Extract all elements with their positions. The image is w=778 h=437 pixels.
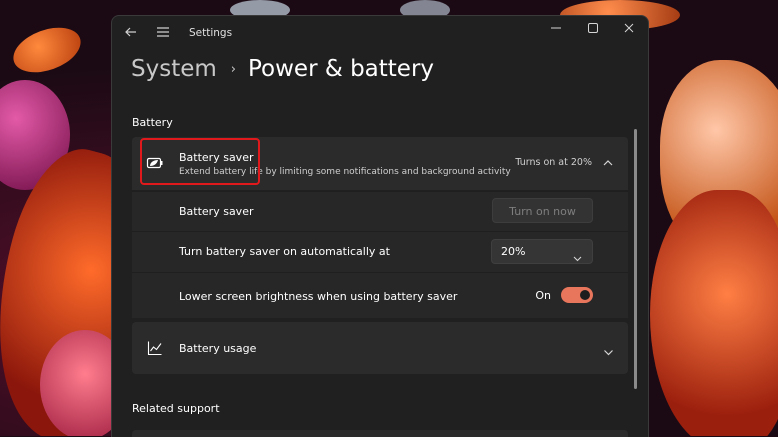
highlight-annotation [140, 138, 260, 185]
section-related-support-title: Related support [132, 402, 220, 415]
lower-brightness-label: Lower screen brightness when using batte… [179, 290, 458, 303]
chevron-up-icon[interactable] [602, 154, 614, 166]
battery-saver-status: Turns on at 20% [515, 157, 592, 168]
settings-window: Settings System › Power & battery Batter… [111, 15, 649, 437]
turn-on-now-button[interactable]: Turn on now [492, 198, 593, 223]
auto-battery-saver-row: Turn battery saver on automatically at 2… [132, 231, 628, 272]
page-title: Power & battery [247, 56, 435, 82]
battery-threshold-value: 20% [501, 245, 526, 258]
auto-battery-saver-label: Turn battery saver on automatically at [179, 245, 390, 258]
window-title: Settings [189, 27, 233, 39]
lower-brightness-toggle[interactable] [561, 287, 593, 303]
breadcrumb-separator: › [230, 61, 236, 77]
chevron-down-icon [573, 248, 582, 262]
toggle-state-label: On [535, 289, 551, 302]
title-bar: Settings [112, 16, 648, 50]
maximize-button[interactable] [583, 21, 603, 39]
back-arrow-icon[interactable] [124, 25, 138, 39]
battery-usage-label: Battery usage [179, 342, 257, 355]
close-button[interactable] [619, 21, 639, 39]
hamburger-menu-icon[interactable] [156, 25, 170, 39]
scrollbar[interactable] [634, 129, 637, 389]
wallpaper-shape [7, 19, 87, 81]
toggle-knob [580, 290, 590, 300]
breadcrumb-system[interactable]: System [131, 56, 217, 82]
battery-saver-now-label: Battery saver [179, 205, 254, 218]
chevron-down-icon[interactable] [603, 343, 614, 356]
chart-icon [147, 340, 163, 356]
wallpaper-shape [650, 190, 778, 436]
lower-brightness-row: Lower screen brightness when using batte… [132, 272, 628, 318]
battery-saver-now-row: Battery saver Turn on now [132, 191, 628, 231]
battery-threshold-select[interactable]: 20% [491, 239, 593, 264]
minimize-button[interactable] [546, 21, 566, 39]
battery-usage-card[interactable]: Battery usage [132, 322, 628, 374]
section-battery-title: Battery [132, 116, 173, 129]
breadcrumb: System › Power & battery [131, 52, 434, 86]
